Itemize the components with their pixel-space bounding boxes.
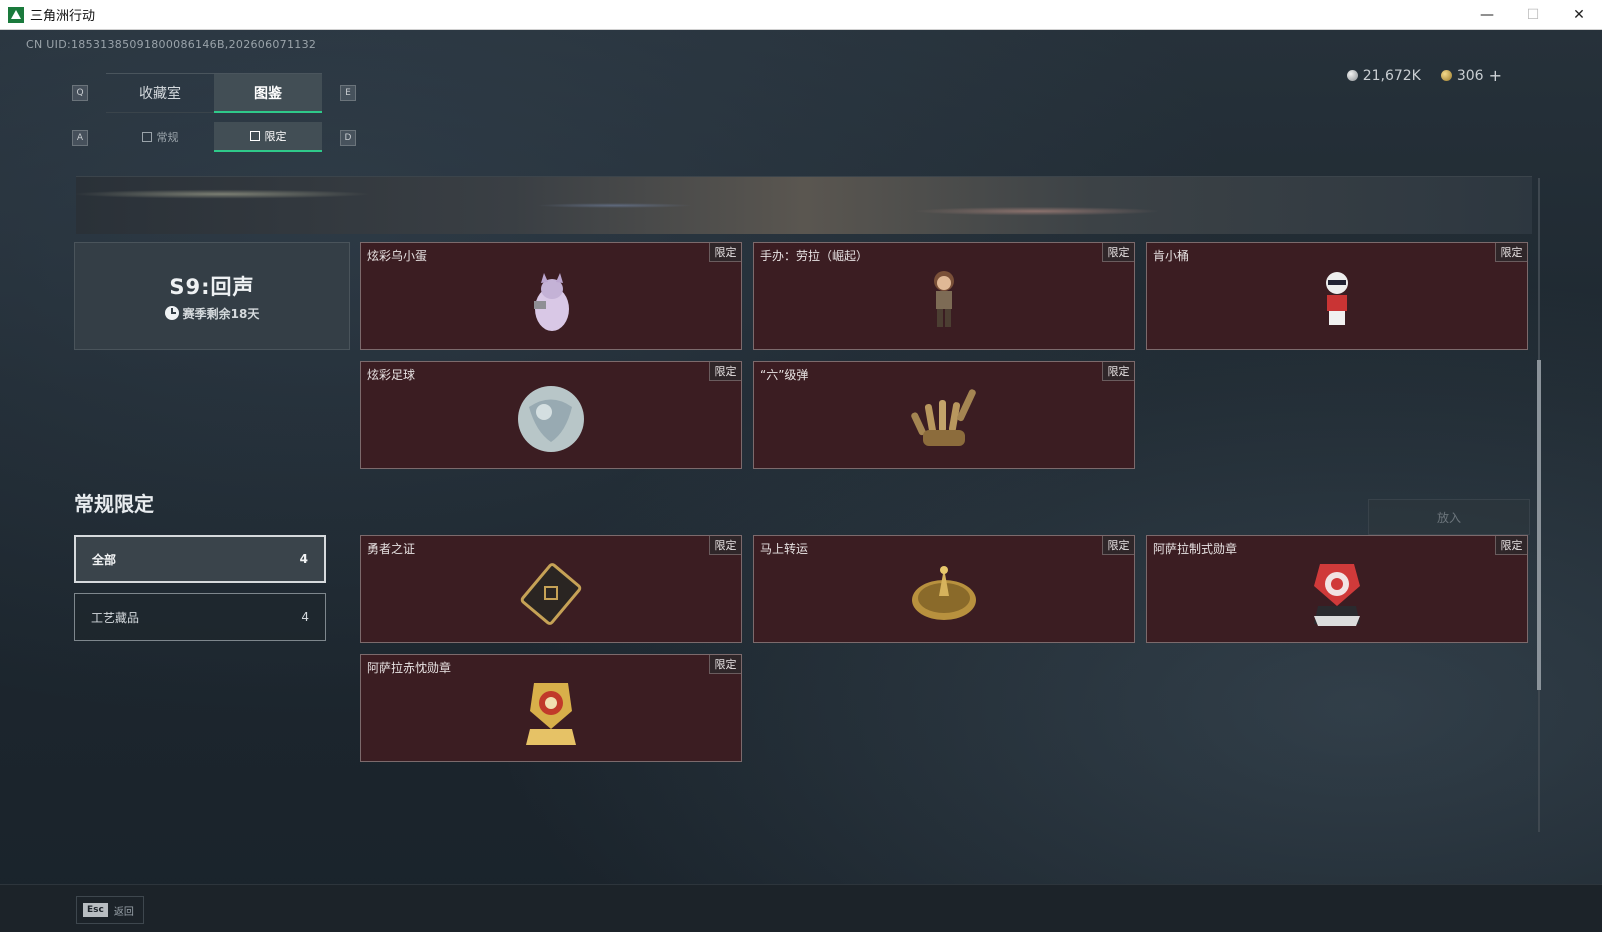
medal-red-icon <box>1314 564 1360 627</box>
key-hint-q[interactable]: Q <box>72 85 88 101</box>
figure-lara-icon <box>934 271 954 328</box>
currency-silver-value: 21,672K <box>1362 67 1421 84</box>
item-name: 肯小桶 <box>1153 249 1190 263</box>
filter-all[interactable]: 全部 4 <box>74 535 326 583</box>
limited-badge: 限定 <box>1102 536 1134 555</box>
limited-badge: 限定 <box>709 243 741 262</box>
currency-gold: 306 + <box>1440 66 1502 85</box>
sub-tabs: 常规 限定 <box>106 122 322 152</box>
item-name: 炫彩足球 <box>367 368 416 382</box>
subtab-limited-label: 限定 <box>264 130 287 143</box>
collection-banner-image <box>76 176 1532 234</box>
tab-codex[interactable]: 图鉴 <box>214 73 322 113</box>
filter-label: 工艺藏品 <box>91 610 140 625</box>
subtab-regular[interactable]: 常规 <box>106 122 214 152</box>
filter-count: 4 <box>301 610 309 624</box>
put-in-button[interactable]: 放入 <box>1368 499 1530 535</box>
section-title: 常规限定 <box>74 492 154 516</box>
game-viewport: CN UID:18531385091800086146B,20260607113… <box>0 30 1602 932</box>
window-controls: — ☐ ✕ <box>1464 0 1602 30</box>
limited-badge: 限定 <box>709 362 741 381</box>
subtab-regular-label: 常规 <box>156 131 179 144</box>
tab-collection-room[interactable]: 收藏室 <box>106 73 214 113</box>
maximize-button[interactable]: ☐ <box>1510 0 1556 30</box>
figure-small-icon <box>141 132 152 142</box>
limited-badge: 限定 <box>709 536 741 555</box>
back-label: 返回 <box>113 906 134 918</box>
limited-badge: 限定 <box>709 655 741 674</box>
medal-gold-icon <box>526 683 576 746</box>
limited-badge: 限定 <box>1495 536 1527 555</box>
key-hint-d[interactable]: D <box>340 130 356 146</box>
minimize-button[interactable]: — <box>1464 0 1510 30</box>
currency-bar: 21,672K 306 + <box>1346 66 1502 85</box>
scrollbar-thumb[interactable] <box>1537 360 1541 690</box>
limited-badge: 限定 <box>1102 243 1134 262</box>
close-button[interactable]: ✕ <box>1556 0 1602 30</box>
esc-key-icon: Esc <box>83 903 108 917</box>
item-name: 炫彩乌小蛋 <box>367 249 428 263</box>
item-card[interactable]: 阿萨拉赤忱勋章 限定 <box>360 654 742 762</box>
limited-badge: 限定 <box>1102 362 1134 381</box>
filter-count: 4 <box>299 552 308 566</box>
key-hint-e[interactable]: E <box>340 85 356 101</box>
window-titlebar: 三角洲行动 — ☐ ✕ <box>0 0 1602 30</box>
clock-icon <box>164 306 179 320</box>
egg-figure-icon <box>534 273 569 332</box>
hand-bullets-icon <box>911 389 976 447</box>
currency-gold-value: 306 <box>1456 67 1484 84</box>
limited-badge: 限定 <box>1495 243 1527 262</box>
subtab-limited[interactable]: 限定 <box>214 122 322 152</box>
filter-craft-collectibles[interactable]: 工艺藏品 4 <box>74 593 326 641</box>
item-name: 手办：劳拉（崛起） <box>760 249 869 263</box>
soccer-ball-icon <box>518 386 584 453</box>
item-card[interactable]: 炫彩足球 限定 <box>360 361 742 469</box>
add-currency-button[interactable]: + <box>1489 66 1502 85</box>
app-logo-icon <box>8 6 24 23</box>
item-card[interactable]: 肯小桶 限定 <box>1146 242 1528 350</box>
gold-disc-icon <box>912 566 976 621</box>
image-small-icon <box>249 131 260 141</box>
figure-bucket-icon <box>1326 272 1348 326</box>
silver-coin-icon <box>1346 70 1358 81</box>
gold-coin-icon <box>1440 70 1452 81</box>
window-title: 三角洲行动 <box>30 9 96 24</box>
card-token-icon <box>520 563 582 626</box>
filter-label: 全部 <box>92 552 117 567</box>
item-name: 阿萨拉赤忱勋章 <box>367 661 452 675</box>
item-name: 马上转运 <box>760 542 809 556</box>
item-card[interactable]: 阿萨拉制式勋章 限定 <box>1146 535 1528 643</box>
player-uid: CN UID:18531385091800086146B,20260607113… <box>26 38 317 51</box>
back-button[interactable]: Esc 返回 <box>76 896 144 924</box>
item-name: 勇者之证 <box>367 542 416 556</box>
currency-silver: 21,672K <box>1346 67 1421 84</box>
season-remaining: 赛季剩余18天 <box>164 305 260 322</box>
key-hint-a[interactable]: A <box>72 130 88 146</box>
item-card[interactable]: 手办：劳拉（崛起） 限定 <box>753 242 1135 350</box>
item-card[interactable]: “六”级弹 限定 <box>753 361 1135 469</box>
main-tabs: 收藏室 图鉴 <box>106 73 322 113</box>
item-card[interactable]: 炫彩乌小蛋 限定 <box>360 242 742 350</box>
season-remaining-label: 赛季剩余18天 <box>182 306 260 321</box>
item-card[interactable]: 勇者之证 限定 <box>360 535 742 643</box>
item-name: 阿萨拉制式勋章 <box>1153 542 1238 556</box>
season-panel: S9:回声 赛季剩余18天 <box>74 242 350 350</box>
bottom-bar <box>0 884 1602 932</box>
season-title: S9:回声 <box>169 274 255 299</box>
item-name: “六”级弹 <box>760 368 809 382</box>
item-card[interactable]: 马上转运 限定 <box>753 535 1135 643</box>
